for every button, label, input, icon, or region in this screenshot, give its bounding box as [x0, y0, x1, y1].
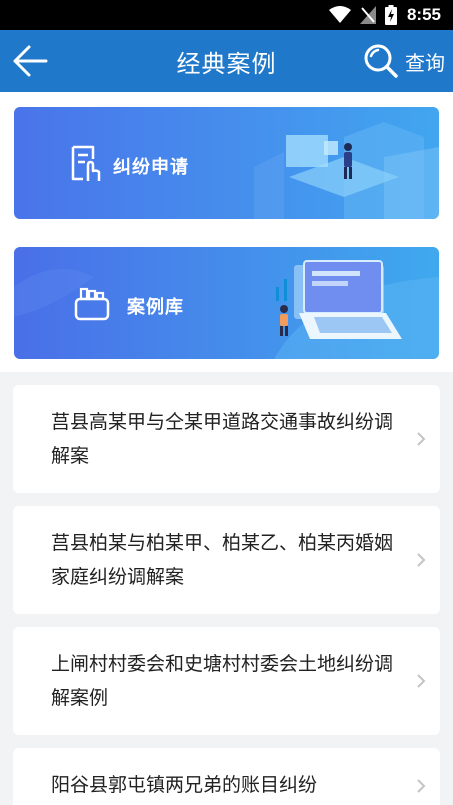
chevron-right-icon: [417, 779, 426, 793]
back-arrow-icon[interactable]: [12, 44, 48, 78]
case-list-item[interactable]: 莒县柏某与柏某甲、柏某乙、柏某丙婚姻家庭纠纷调解案: [13, 506, 440, 614]
case-title: 阳谷县郭屯镇两兄弟的账目纠纷: [51, 774, 318, 796]
clock: 8:55: [406, 5, 441, 24]
search-icon: [364, 44, 398, 78]
case-title: 莒县柏某与柏某甲、柏某乙、柏某丙婚姻家庭纠纷调解案: [51, 532, 394, 588]
search-button[interactable]: 查询: [363, 42, 445, 80]
case-library-banner[interactable]: 案例库: [14, 247, 439, 359]
case-library-label: 案例库: [127, 297, 184, 318]
search-label: 查询: [405, 50, 445, 75]
app-bar: 经典案例 查询: [0, 30, 453, 92]
form-hand-icon: [71, 145, 101, 181]
battery-charging-icon: [384, 5, 397, 25]
dispute-application-label: 纠纷申请: [113, 157, 189, 178]
status-bar: 8:55: [0, 0, 453, 30]
no-signal-icon: [359, 6, 376, 24]
case-title: 莒县高某甲与仝某甲道路交通事故纠纷调解案: [51, 411, 394, 467]
chevron-right-icon: [417, 432, 426, 446]
chevron-right-icon: [417, 553, 426, 567]
case-list-item[interactable]: 阳谷县郭屯镇两兄弟的账目纠纷: [13, 748, 440, 805]
case-list-item[interactable]: 莒县高某甲与仝某甲道路交通事故纠纷调解案: [13, 385, 440, 493]
wifi-icon: [328, 6, 351, 23]
dispute-application-banner[interactable]: 纠纷申请: [14, 107, 439, 219]
case-title: 上闸村村委会和史塘村村委会土地纠纷调解案例: [51, 653, 394, 709]
chevron-right-icon: [417, 674, 426, 688]
case-list-item[interactable]: 上闸村村委会和史塘村村委会土地纠纷调解案例: [13, 627, 440, 735]
archive-box-icon: [74, 287, 110, 321]
